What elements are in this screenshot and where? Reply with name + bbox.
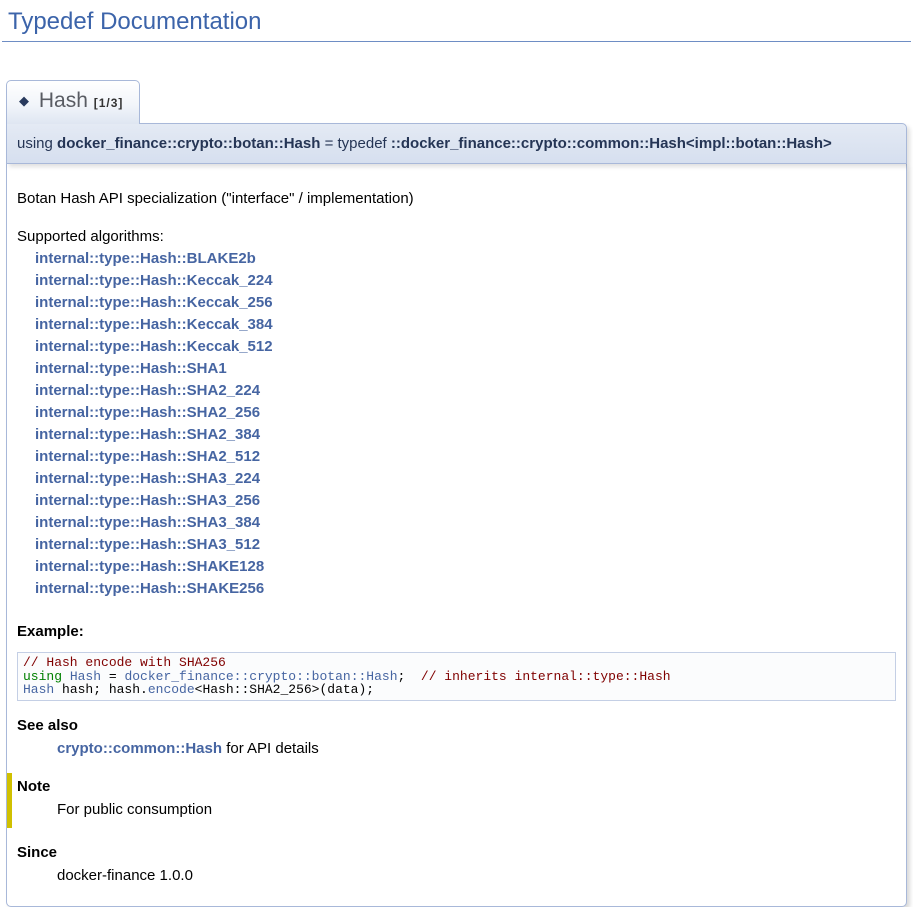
code-text: ; — [398, 669, 421, 684]
algorithm-link[interactable]: internal::type::Hash::SHAKE128 — [35, 556, 896, 578]
overload-badge: [1/3] — [94, 96, 124, 110]
since-text: docker-finance 1.0.0 — [57, 865, 896, 886]
algorithm-link[interactable]: internal::type::Hash::Keccak_224 — [35, 270, 896, 292]
algorithm-link[interactable]: internal::type::Hash::SHA1 — [35, 358, 896, 380]
member-doc: Botan Hash API specialization ("interfac… — [6, 164, 907, 907]
see-also-text: for API details — [226, 740, 319, 757]
algorithm-link[interactable]: internal::type::Hash::SHA2_224 — [35, 380, 896, 402]
member-tab: ◆ Hash [1/3] — [6, 80, 140, 124]
since-heading: Since — [17, 842, 896, 863]
algorithm-link[interactable]: internal::type::Hash::SHA3_224 — [35, 468, 896, 490]
algorithm-link[interactable]: internal::type::Hash::Keccak_256 — [35, 292, 896, 314]
code-comment: // inherits internal::type::Hash — [421, 669, 671, 684]
algorithm-link[interactable]: internal::type::Hash::SHA3_256 — [35, 490, 896, 512]
note-section: Note For public consumption — [7, 773, 896, 828]
page-title: Typedef Documentation — [2, 6, 911, 42]
note-text: For public consumption — [57, 799, 896, 820]
note-heading: Note — [17, 776, 896, 797]
member-name: Hash — [39, 89, 88, 112]
proto-type: ::docker_finance::crypto::common::Hash<i… — [391, 135, 832, 152]
code-text: <Hash::SHA2_256>(data); — [195, 682, 374, 697]
algorithms-list: internal::type::Hash::BLAKE2b internal::… — [17, 248, 896, 600]
algorithm-link[interactable]: internal::type::Hash::SHA3_512 — [35, 534, 896, 556]
algorithm-link[interactable]: internal::type::Hash::SHA3_384 — [35, 512, 896, 534]
see-also-link[interactable]: crypto::common::Hash — [57, 740, 222, 757]
proto-name: docker_finance::crypto::botan::Hash — [57, 135, 320, 152]
code-text: hash; hash. — [54, 682, 148, 697]
algorithm-link[interactable]: internal::type::Hash::BLAKE2b — [35, 248, 896, 270]
code-link[interactable]: Hash — [23, 682, 54, 697]
see-also-section: See also crypto::common::Hash for API de… — [17, 715, 896, 759]
since-section: Since docker-finance 1.0.0 — [17, 842, 896, 886]
algorithm-link[interactable]: internal::type::Hash::SHAKE256 — [35, 578, 896, 600]
proto-keyword: using — [17, 135, 53, 152]
proto-equals: = typedef — [325, 135, 387, 152]
see-also-heading: See also — [17, 715, 896, 736]
code-line: Hash hash; hash.encode<Hash::SHA2_256>(d… — [23, 683, 890, 697]
algorithm-link[interactable]: internal::type::Hash::SHA2_256 — [35, 402, 896, 424]
code-link[interactable]: encode — [148, 682, 195, 697]
code-line: using Hash = docker_finance::crypto::bot… — [23, 670, 890, 684]
algorithm-link[interactable]: internal::type::Hash::Keccak_512 — [35, 336, 896, 358]
algorithms-label: Supported algorithms: — [17, 226, 896, 248]
permalink-diamond-icon[interactable]: ◆ — [19, 93, 33, 108]
member-item: ◆ Hash [1/3] using docker_finance::crypt… — [6, 80, 907, 907]
algorithm-link[interactable]: internal::type::Hash::SHA2_384 — [35, 424, 896, 446]
member-prototype: using docker_finance::crypto::botan::Has… — [6, 123, 907, 164]
code-block: // Hash encode with SHA256 using Hash = … — [17, 652, 896, 701]
algorithm-link[interactable]: internal::type::Hash::Keccak_384 — [35, 314, 896, 336]
example-heading: Example: — [17, 622, 896, 642]
intro-text: Botan Hash API specialization ("interfac… — [17, 188, 896, 210]
code-line: // Hash encode with SHA256 — [23, 656, 890, 670]
algorithm-link[interactable]: internal::type::Hash::SHA2_512 — [35, 446, 896, 468]
